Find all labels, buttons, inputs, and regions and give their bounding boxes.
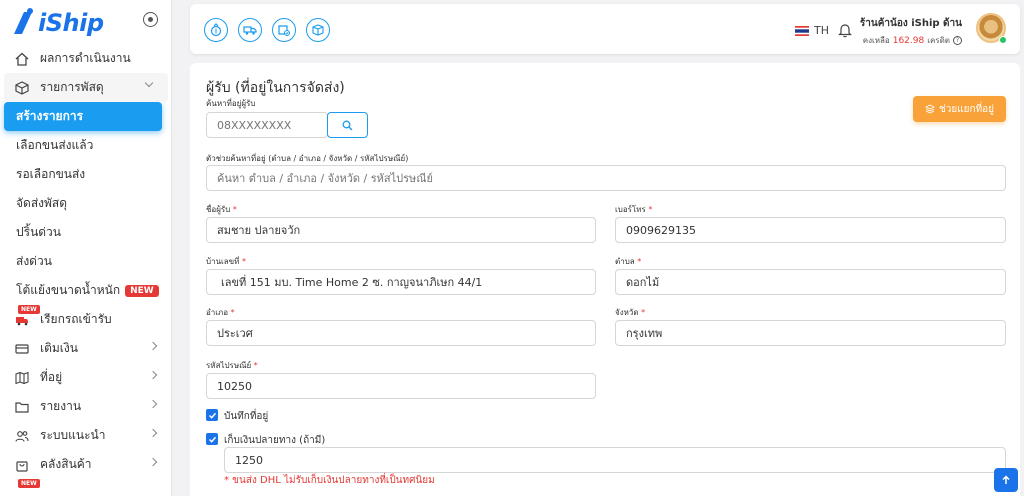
sidebar-subitem-express[interactable]: ส่งด่วน — [0, 247, 171, 276]
sidebar-item-referral[interactable]: ระบบแนะนำ — [0, 421, 171, 450]
sidebar-collapse-button[interactable] — [143, 12, 158, 27]
credit-prefix: คงเหลือ — [862, 36, 890, 45]
new-badge: NEW — [125, 284, 159, 297]
chevron-right-icon — [148, 457, 158, 467]
header-shortcuts — [204, 18, 330, 42]
help-icon[interactable]: ? — [953, 36, 962, 45]
sidebar-subitem-shipping[interactable]: จัดส่งพัสดุ — [0, 189, 171, 218]
sidebar-item-label: ผลการดำเนินงาน — [40, 51, 131, 65]
bell-icon[interactable] — [838, 22, 852, 38]
check-icon — [208, 436, 216, 443]
box-icon — [14, 80, 30, 96]
new-badge: NEW — [18, 479, 40, 488]
address-helper-label: ตัวช่วยค้นหาที่อยู่ (ตำบล / อำเภอ / จังห… — [206, 154, 409, 163]
language-selector[interactable]: TH — [814, 24, 829, 37]
chevron-right-icon — [148, 341, 158, 351]
sidebar: iShip ผลการดำเนินงาน รายการพัสดุ สร้างรา… — [0, 0, 172, 496]
folder-icon — [14, 399, 30, 415]
thai-flag-icon[interactable] — [795, 26, 809, 36]
sidebar-item-pickup[interactable]: NEW เรียกรถเข้ารับ — [0, 305, 171, 334]
delivery-truck-icon[interactable] — [238, 18, 262, 42]
phone-field[interactable]: 0909629135 — [615, 217, 1006, 243]
cod-label: เก็บเงินปลายทาง (ถ้ามี) — [224, 435, 326, 446]
cod-checkbox[interactable] — [206, 433, 218, 445]
address-helper-input[interactable] — [206, 165, 1006, 191]
logo[interactable]: iShip — [10, 6, 104, 40]
arrow-up-icon — [1002, 475, 1010, 484]
logo-text: iShip — [38, 9, 104, 37]
sidebar-item-label: คลังสินค้า — [40, 457, 92, 471]
sidebar-item-label: โต้แย้งขนาดน้ำหนัก — [16, 283, 121, 297]
sidebar-item-address[interactable]: ที่อยู่ — [0, 363, 171, 392]
split-address-button[interactable]: ช่วยแยกที่อยู่ — [913, 96, 1006, 122]
chevron-right-icon — [148, 370, 158, 380]
subdistrict-field[interactable]: ดอกไม้ — [615, 269, 1006, 295]
sidebar-subitem-awaiting-carrier[interactable]: รอเลือกขนส่ง — [0, 160, 171, 189]
sidebar-nav: ผลการดำเนินงาน รายการพัสดุ สร้างรายการ เ… — [0, 44, 171, 496]
sidebar-subitem-selected-carrier[interactable]: เลือกขนส่งแล้ว — [0, 131, 171, 160]
chevron-right-icon — [148, 399, 158, 409]
money-bag-icon[interactable] — [204, 18, 228, 42]
sidebar-subitem-quick-print[interactable]: ปริ้นด่วน — [0, 218, 171, 247]
house-number-label: บ้านเลขที่ * — [206, 257, 246, 266]
credit-amount: 162.98 — [892, 35, 925, 46]
iship-logo-icon — [14, 8, 33, 34]
parcel-check-icon[interactable] — [272, 18, 296, 42]
receiver-name-field[interactable]: สมชาย ปลายจวัก — [206, 217, 596, 243]
sidebar-item-label: รายงาน — [40, 399, 82, 413]
top-header: TH ร้านค้าน้อง iShip ด้าน คงเหลือ 162.98… — [190, 4, 1020, 54]
sidebar-subitem-weight-dispute[interactable]: โต้แย้งขนาดน้ำหนัก NEW — [0, 276, 171, 305]
phone-label: เบอร์โทร * — [615, 205, 653, 214]
chevron-down-icon — [144, 78, 154, 88]
province-label: จังหวัด * — [615, 308, 646, 317]
shop-name: ร้านค้าน้อง iShip ด้าน — [859, 18, 962, 29]
new-badge: NEW — [18, 305, 40, 314]
sidebar-subitem-create[interactable]: สร้างรายการ — [4, 102, 162, 131]
house-number-field[interactable]: เลขที่ 151 มบ. Time Home 2 ซ. กาญจนาภิเษ… — [206, 269, 596, 295]
sidebar-item-report[interactable]: รายงาน — [0, 392, 171, 421]
save-address-checkbox[interactable] — [206, 409, 218, 421]
sidebar-item-label: ที่อยู่ — [40, 370, 63, 384]
scroll-to-top-button[interactable] — [994, 468, 1018, 492]
district-label: อำเภอ * — [206, 308, 235, 317]
credit-card-icon — [14, 341, 30, 357]
receiver-form-card: ผู้รับ (ที่อยู่ในการจัดส่ง) ค้นหาที่อยู่… — [190, 63, 1020, 496]
chevron-right-icon — [148, 428, 158, 438]
online-status-icon — [999, 36, 1007, 44]
page-title: ผู้รับ (ที่อยู่ในการจัดส่ง) — [206, 80, 345, 96]
check-icon — [208, 412, 216, 419]
sidebar-item-label: รายการพัสดุ — [40, 80, 104, 94]
postcode-label: รหัสไปรษณีย์ * — [206, 361, 258, 370]
sidebar-item-label: เติมเงิน — [40, 341, 78, 355]
sidebar-item-warehouse[interactable]: คลังสินค้า — [0, 450, 171, 479]
sidebar-item-parcels[interactable]: รายการพัสดุ — [4, 73, 168, 102]
layers-icon — [924, 104, 935, 114]
receiver-name-label: ชื่อผู้รับ * — [206, 205, 237, 214]
sidebar-item-topup[interactable]: เติมเงิน — [0, 334, 171, 363]
sidebar-item-dashboard[interactable]: ผลการดำเนินงาน — [0, 44, 171, 73]
home-icon — [14, 51, 30, 67]
search-icon — [342, 120, 353, 130]
sidebar-item-more[interactable]: NEW — [0, 479, 171, 496]
sidebar-item-label: ระบบแนะนำ — [40, 428, 106, 442]
save-address-label: บันทึกที่อยู่ — [224, 411, 269, 422]
search-receiver-input[interactable] — [206, 112, 328, 138]
postcode-field[interactable]: 10250 — [206, 373, 596, 399]
map-icon — [14, 370, 30, 386]
split-address-label: ช่วยแยกที่อยู่ — [938, 103, 995, 115]
sidebar-item-label: เรียกรถเข้ารับ — [40, 312, 112, 326]
users-icon — [14, 428, 30, 444]
credit-suffix: เครดิต — [927, 36, 950, 45]
province-field[interactable]: กรุงเทพ — [615, 320, 1006, 346]
cod-amount-field[interactable]: 1250 — [224, 447, 1006, 473]
shopping-bag-icon — [14, 457, 30, 473]
dhl-warning: * ขนส่ง DHL ไม่รับเก็บเงินปลายทางที่เป็น… — [224, 475, 435, 486]
search-button[interactable] — [327, 112, 368, 138]
credit-balance: คงเหลือ 162.98 เครดิต ? — [863, 34, 962, 47]
box-shipping-icon[interactable] — [306, 18, 330, 42]
subdistrict-label: ตำบล * — [615, 257, 642, 266]
district-field[interactable]: ประเวศ — [206, 320, 596, 346]
search-receiver-label: ค้นหาที่อยู่ผู้รับ — [206, 99, 256, 108]
